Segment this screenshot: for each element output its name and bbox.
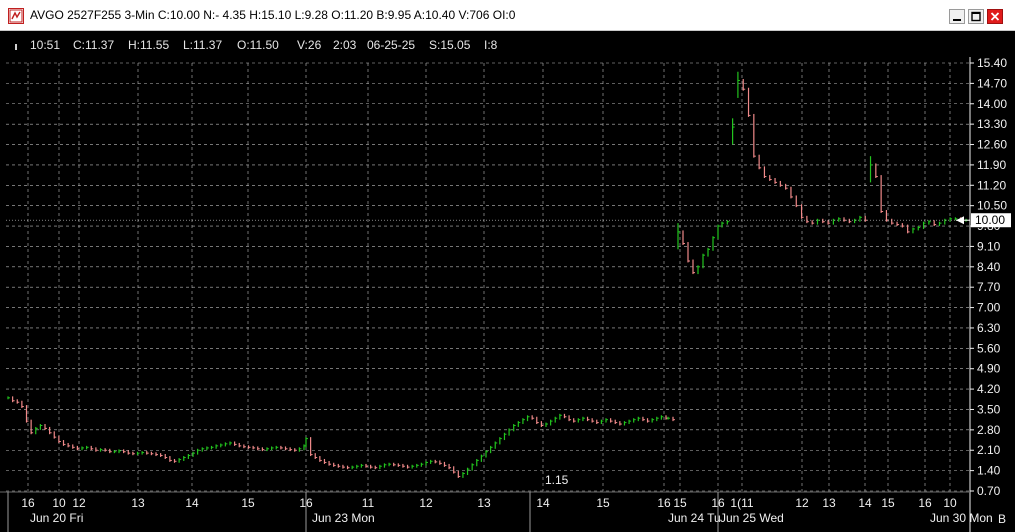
- time-tick-label: 13: [477, 496, 491, 510]
- price-axis: 15.40 14.70 14.00 13.30 12.60 11.90 11.20 10.50…: [956, 57, 1011, 532]
- time-tick-label: 15: [241, 496, 255, 510]
- time-axis: 16 10 12 13 14 15 16 11 12 13 14 15 16 15 16 1(11 12 13 14…: [0, 491, 1006, 532]
- time-tick-label: 15: [596, 496, 610, 510]
- chart-window: AVGO 2527F255 3-Min C:10.00 N:- 4.35 H:1…: [0, 0, 1015, 532]
- time-tick-label: 10: [943, 496, 957, 510]
- chart-grid: [6, 62, 970, 492]
- info-marker: [15, 44, 17, 50]
- price-tick-label: 10.50: [977, 199, 1007, 213]
- price-tick-label: 4.90: [977, 362, 1001, 376]
- date-label: Jun 20 Fri: [30, 511, 83, 525]
- price-tick-label: 12.60: [977, 138, 1007, 152]
- time-tick-label: 14: [858, 496, 872, 510]
- maximize-icon: [971, 11, 981, 22]
- time-tick-label: 15: [881, 496, 895, 510]
- time-tick-label: 13: [131, 496, 145, 510]
- price-tick-label: 11.20: [977, 178, 1006, 192]
- price-tick-label: 4.20: [977, 382, 1001, 396]
- price-tick-label: 2.80: [977, 423, 1001, 437]
- time-tick-label: 16: [21, 496, 35, 510]
- price-tick-label: 5.60: [977, 341, 1001, 355]
- time-tick-label: 16: [299, 496, 313, 510]
- time-tick-label: 11: [362, 496, 375, 510]
- low-value-label: 1.15: [545, 473, 569, 487]
- price-tick-label: 7.00: [977, 301, 1001, 315]
- time-tick-label: 16: [918, 496, 932, 510]
- price-tick-label: 9.10: [977, 239, 1001, 253]
- price-bars: 1.15: [6, 71, 970, 487]
- close-icon: [990, 12, 1000, 21]
- info-high: H:11.55: [128, 38, 170, 52]
- info-time: 10:51: [30, 38, 61, 52]
- price-tick-label: 13.30: [977, 117, 1007, 131]
- info-strike: S:15.05: [429, 38, 471, 52]
- price-tick-label: 11.90: [977, 158, 1006, 172]
- minimize-button[interactable]: [949, 9, 965, 24]
- time-tick-label: 12: [795, 496, 809, 510]
- date-label: Jun 23 Mon: [312, 511, 375, 525]
- corner-label: B: [998, 512, 1006, 526]
- title-bar[interactable]: AVGO 2527F255 3-Min C:10.00 N:- 4.35 H:1…: [0, 0, 1015, 31]
- price-chart[interactable]: 1.15 15.40 14.70 14.00 13.30 12.60 11.90 11.20…: [0, 57, 1015, 532]
- price-tick-label: 14.70: [977, 76, 1007, 90]
- chart-app-icon[interactable]: [8, 8, 24, 24]
- info-close: C:11.37: [73, 38, 115, 52]
- quote-info-bar: 10:51 C:11.37 H:11.55 L:11.37 O:11.50 V:…: [0, 31, 1015, 57]
- price-tick-label: 14.00: [977, 97, 1007, 111]
- price-tick-label: 8.40: [977, 260, 1001, 274]
- info-index: I:8: [484, 38, 498, 52]
- time-tick-label: 14: [536, 496, 550, 510]
- price-tick-label: 2.10: [977, 443, 1001, 457]
- minimize-icon: [953, 19, 961, 21]
- maximize-button[interactable]: [968, 9, 984, 24]
- price-tick-label: 7.70: [977, 280, 1001, 294]
- price-tick-label: 6.30: [977, 321, 1001, 335]
- time-tick-label: 12: [72, 496, 86, 510]
- current-price-label: 10.00: [975, 213, 1005, 227]
- window-title: AVGO 2527F255 3-Min C:10.00 N:- 4.35 H:1…: [30, 8, 516, 22]
- info-bar-time: 2:03: [333, 38, 357, 52]
- time-tick-label: 10: [52, 496, 66, 510]
- price-tick-label: 0.70: [977, 484, 1001, 498]
- time-tick-label: 12: [419, 496, 433, 510]
- time-tick-label: 14: [185, 496, 199, 510]
- info-open: O:11.50: [237, 38, 279, 52]
- info-volume: V:26: [297, 38, 322, 52]
- price-tick-label: 1.40: [977, 464, 1001, 478]
- date-label: Jun 30 Mon: [930, 511, 993, 525]
- time-tick-label: 16: [657, 496, 671, 510]
- time-tick-label: 16: [711, 496, 725, 510]
- time-tick-label: 15: [673, 496, 687, 510]
- date-label: Jun 24 Tu: [668, 511, 721, 525]
- price-tick-label: 3.50: [977, 402, 1001, 416]
- time-tick-label: 1(11: [730, 496, 753, 510]
- close-button[interactable]: [987, 9, 1003, 24]
- date-label: Jun 25 Wed: [720, 511, 784, 525]
- info-low: L:11.37: [183, 38, 223, 52]
- info-date: 06-25-25: [367, 38, 416, 52]
- time-tick-label: 13: [822, 496, 836, 510]
- price-tick-label: 15.40: [977, 57, 1007, 70]
